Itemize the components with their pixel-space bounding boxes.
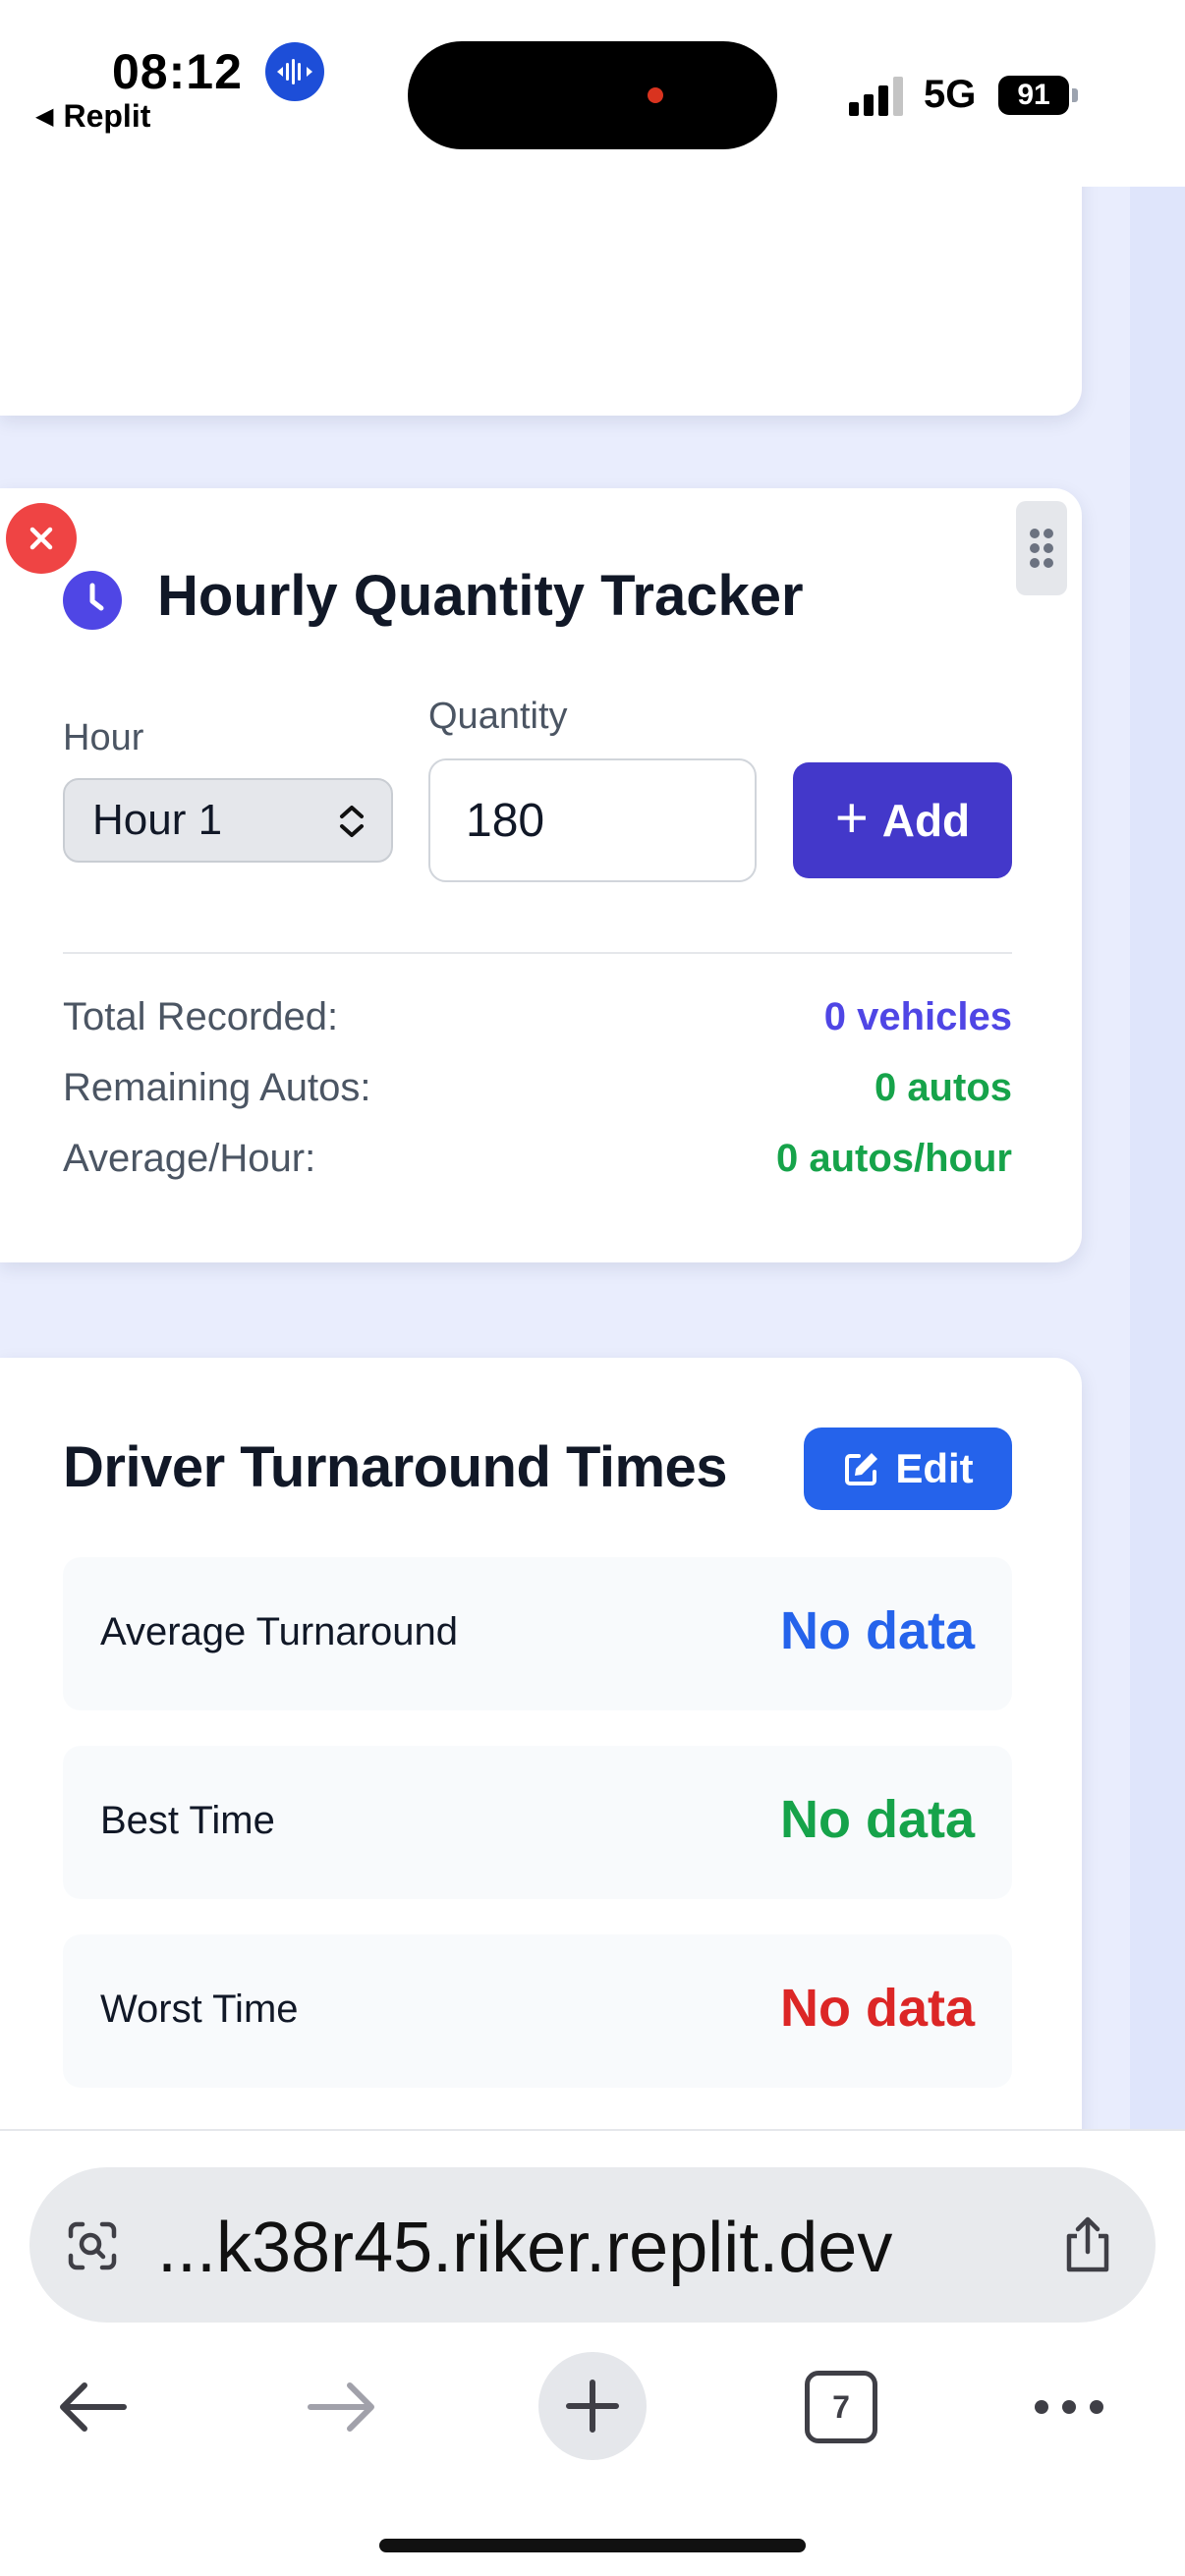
metric-label: Best Time bbox=[100, 1799, 275, 1842]
chevron-up-down-icon bbox=[340, 806, 364, 837]
home-indicator bbox=[379, 2539, 806, 2552]
more-button[interactable] bbox=[1032, 2385, 1106, 2429]
stat-value: 0 vehicles bbox=[823, 995, 1012, 1038]
metric-label: Average Turnaround bbox=[100, 1610, 458, 1653]
more-dots-icon bbox=[1035, 2400, 1103, 2414]
arrow-left-icon bbox=[60, 2382, 127, 2432]
audio-waveform-icon bbox=[265, 42, 324, 101]
battery-icon: 91 bbox=[998, 76, 1069, 115]
back-app-label: Replit bbox=[63, 98, 151, 134]
share-icon[interactable] bbox=[1059, 2214, 1116, 2275]
add-button[interactable]: + Add bbox=[793, 762, 1012, 878]
stat-value: 0 autos/hour bbox=[775, 1137, 1012, 1180]
hour-select[interactable]: Hour 1 bbox=[63, 778, 393, 863]
forward-button[interactable] bbox=[305, 2370, 379, 2444]
dynamic-island bbox=[408, 41, 777, 149]
metric-label: Worst Time bbox=[100, 1988, 299, 2031]
stat-value: 0 autos bbox=[874, 1066, 1012, 1109]
drag-handle[interactable] bbox=[1016, 501, 1067, 595]
stat-total-recorded: Total Recorded: 0 vehicles bbox=[63, 995, 1012, 1050]
divider bbox=[63, 952, 1012, 954]
stat-label: Average/Hour: bbox=[63, 1137, 316, 1180]
hour-select-value: Hour 1 bbox=[92, 796, 223, 844]
metric-value: No data bbox=[779, 1601, 975, 1660]
edit-button-label: Edit bbox=[895, 1445, 974, 1491]
page-lens-icon[interactable] bbox=[63, 2216, 122, 2275]
url-text[interactable]: ...k38r45.riker.replit.dev bbox=[157, 2208, 892, 2288]
clock-icon bbox=[63, 571, 122, 630]
metric-value: No data bbox=[779, 1790, 975, 1849]
hour-label: Hour bbox=[63, 717, 144, 758]
battery-level: 91 bbox=[1017, 79, 1050, 111]
stat-label: Total Recorded: bbox=[63, 995, 339, 1038]
edit-button[interactable]: Edit bbox=[804, 1428, 1012, 1510]
quantity-label: Quantity bbox=[428, 696, 568, 737]
arrow-right-icon bbox=[308, 2382, 374, 2432]
page-gutter bbox=[1130, 187, 1185, 2152]
tabs-button[interactable]: 7 bbox=[805, 2371, 877, 2443]
plus-icon: + bbox=[834, 786, 869, 850]
signal-icon bbox=[849, 77, 903, 116]
metric-worst-time: Worst Time No data bbox=[63, 1934, 1012, 2088]
back-to-app-link[interactable]: ◀ Replit bbox=[35, 98, 150, 135]
stat-average-hour: Average/Hour: 0 autos/hour bbox=[63, 1137, 1012, 1192]
remove-widget-button[interactable] bbox=[6, 503, 77, 574]
status-bar: 08:12 ◀ Replit 5G 91 bbox=[0, 0, 1185, 187]
stat-remaining-autos: Remaining Autos: 0 autos bbox=[63, 1066, 1012, 1121]
metric-average-turnaround: Average Turnaround No data bbox=[63, 1557, 1012, 1710]
driver-title: Driver Turnaround Times bbox=[63, 1435, 728, 1499]
tab-count: 7 bbox=[832, 2388, 850, 2425]
add-button-label: Add bbox=[881, 795, 971, 846]
back-button[interactable] bbox=[55, 2370, 130, 2444]
metric-best-time: Best Time No data bbox=[63, 1746, 1012, 1899]
tracker-title: Hourly Quantity Tracker bbox=[157, 564, 804, 628]
network-type: 5G bbox=[924, 73, 977, 116]
status-time: 08:12 bbox=[112, 44, 243, 99]
edit-icon bbox=[845, 1453, 878, 1485]
recording-indicator bbox=[648, 87, 663, 103]
plus-icon bbox=[566, 2380, 619, 2433]
quantity-input[interactable] bbox=[428, 758, 757, 882]
drag-handle-icon bbox=[1030, 529, 1053, 568]
close-icon bbox=[29, 527, 53, 550]
metric-value: No data bbox=[779, 1979, 975, 2038]
battery-cap bbox=[1072, 88, 1078, 102]
new-tab-button[interactable] bbox=[538, 2352, 647, 2460]
stat-label: Remaining Autos: bbox=[63, 1066, 371, 1109]
back-triangle-icon: ◀ bbox=[35, 103, 54, 130]
previous-card bbox=[0, 147, 1082, 416]
